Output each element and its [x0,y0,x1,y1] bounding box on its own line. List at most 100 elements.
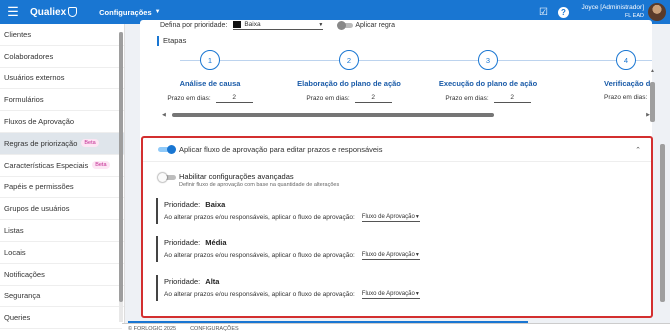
sidebar-item-seguranca[interactable]: Segurança [0,286,124,308]
chevron-down-icon: ▼ [414,251,420,258]
steps-horizontal-scrollbar[interactable]: ◀ ▶ [162,112,650,118]
priority-prefix: Prioridade: [164,276,201,286]
sidebar-item-fluxos-aprovacao[interactable]: Fluxos de Aprovação [0,111,124,133]
steps-stepper: 1 Análise de causa Prazo em dias: 2 2 Ela… [140,50,652,110]
sidebar-item-regras-priorizacao[interactable]: Regras de priorização Beta [0,132,124,155]
priority-name: Alta [205,276,220,286]
priority-block-media: Prioridade: Média Ao alterar prazos e/ou … [156,236,420,262]
approval-flow-select[interactable]: Fluxo de Aprovação ▼ [361,212,420,222]
scroll-left-icon[interactable]: ◀ [162,112,166,118]
step-number: 2 [339,50,359,70]
priority-prefix: Prioridade: [164,199,201,209]
chevron-down-icon: ▼ [414,213,420,220]
user-info[interactable]: Joyce [Administrador] FL EAD [582,4,645,20]
step-number: 4 [616,50,636,70]
priority-rule-row: Defina por prioridade: Baixa ▼ Aplicar r… [160,20,395,30]
tasks-icon[interactable]: ☑ [534,7,554,18]
step-3: 3 Execução do plano de ação Prazo em dia… [418,50,558,103]
sidebar-item-queries[interactable]: Queries [0,307,124,330]
apply-rule-label: Aplicar regra [355,21,396,29]
sidebar-item-usuarios-externos[interactable]: Usuários externos [0,68,124,90]
prazo-input[interactable]: 2 [215,94,253,103]
etapas-title: Etapas [157,36,186,46]
chevron-down-icon: ▼ [414,290,420,297]
main-content: Defina por prioridade: Baixa ▼ Aplicar r… [125,20,670,324]
chevron-down-icon: ▼ [154,9,161,15]
advanced-settings-description: Definir fluxo de aprovação com base na q… [179,182,340,188]
rule-text: Ao alterar prazos e/ou responsáveis, apl… [164,213,355,221]
sidebar-item-label: Locais [4,247,26,257]
prazo-label: Prazo em dias: [445,95,489,102]
sidebar-item-label: Segurança [4,291,41,301]
sidebar-item-label: Usuários externos [4,73,65,83]
sidebar-item-colaboradores[interactable]: Colaboradores [0,46,124,68]
sidebar-item-label: Clientes [4,29,32,39]
step-title: Análise de causa [179,79,241,88]
help-icon: ? [558,6,569,18]
approval-flow-select-value: Fluxo de Aprovação [361,213,415,220]
priority-select[interactable]: Baixa ▼ [233,20,324,30]
user-name: Joyce [Administrador] [581,4,645,11]
sidebar-item-grupos-usuarios[interactable]: Grupos de usuários [0,198,124,221]
prazo-input[interactable]: 2 [493,94,531,103]
advanced-settings-toggle[interactable] [158,173,176,182]
approval-flow-select[interactable]: Fluxo de Aprovação ▼ [361,289,420,299]
sidebar-item-caracteristicas-especiais[interactable]: Características Especiais Beta [0,155,124,177]
chevron-up-icon[interactable]: ⌃ [635,146,641,154]
sidebar-item-notificacoes[interactable]: Notificações [0,264,124,286]
prazo-label: Prazo em dias: [306,95,350,102]
step-1: 1 Análise de causa Prazo em dias: 2 [140,50,280,103]
sidebar-item-label: Características Especiais [4,160,89,170]
apply-rule-toggle[interactable] [337,20,355,30]
sidebar-item-locais[interactable]: Locais [0,242,124,264]
approval-flow-label: Aplicar fluxo de aprovação para editar p… [179,145,383,154]
approval-flow-card: Aplicar fluxo de aprovação para editar p… [141,136,653,318]
priority-name: Baixa [205,199,226,209]
chevron-down-icon: ▼ [318,21,324,28]
scroll-up-icon[interactable]: ▲ [650,68,655,74]
sidebar: Clientes Colaboradores Usuários externos… [0,24,125,333]
sidebar-item-label: Grupos de usuários [4,204,70,214]
step-title: Elaboração do plano de ação [297,79,401,88]
sidebar-item-label: Colaboradores [4,51,54,61]
sidebar-item-papeis-permissoes[interactable]: Papéis e permissões [0,177,124,199]
avatar[interactable] [648,3,666,21]
module-selector[interactable]: Configurações ▼ [99,8,160,17]
approval-flow-header[interactable]: Aplicar fluxo de aprovação para editar p… [143,138,651,162]
sidebar-item-label: Fluxos de Aprovação [4,117,75,127]
step-title: Execução do plano de ação [438,79,538,88]
priority-rules-card: Defina por prioridade: Baixa ▼ Aplicar r… [140,20,652,152]
app-name: Qualiex [30,6,67,18]
advanced-settings-title: Habilitar configurações avançadas [179,172,294,181]
steps-scrollbar-thumb[interactable] [172,113,494,117]
sidebar-item-listas[interactable]: Listas [0,220,124,242]
step-4: 4 Verificação d Prazo em dias: [556,50,652,101]
prazo-label: Prazo em dias: [167,95,211,102]
sidebar-item-formularios[interactable]: Formulários [0,89,124,112]
approval-flow-select[interactable]: Fluxo de Aprovação ▼ [361,250,420,260]
approval-flow-select-value: Fluxo de Aprovação [361,290,415,297]
step-number: 1 [200,50,220,70]
priority-rule-label: Defina por prioridade: [160,21,228,29]
help-button[interactable]: ? [554,6,574,18]
advanced-settings-row: Habilitar configurações avançadas Defini… [158,172,339,188]
priority-block-baixa: Prioridade: Baixa Ao alterar prazos e/ou … [156,198,420,224]
logo[interactable]: Qualiex [30,6,78,18]
priority-select-value: Baixa [244,21,261,28]
sidebar-item-clientes[interactable]: Clientes [0,24,124,46]
rule-text: Ao alterar prazos e/ou responsáveis, apl… [164,251,355,259]
card-vertical-scrollbar[interactable] [650,82,655,122]
beta-badge: Beta [92,161,110,170]
prazo-input[interactable]: 2 [354,94,392,103]
main-vertical-scrollbar[interactable] [660,144,665,302]
approval-flow-toggle[interactable] [158,145,176,154]
sidebar-scrollbar-thumb[interactable] [119,32,123,302]
shield-logo-icon [68,7,78,17]
menu-icon[interactable]: ☰ [0,4,26,20]
beta-badge: Beta [81,139,99,148]
sidebar-item-label: Queries [4,313,31,323]
sidebar-item-label: Listas [4,226,24,236]
footer-copyright: © FORLOGIC 2025 [128,325,177,332]
sidebar-item-label: Regras de priorização [4,138,78,148]
sidebar-item-label: Notificações [4,269,45,279]
